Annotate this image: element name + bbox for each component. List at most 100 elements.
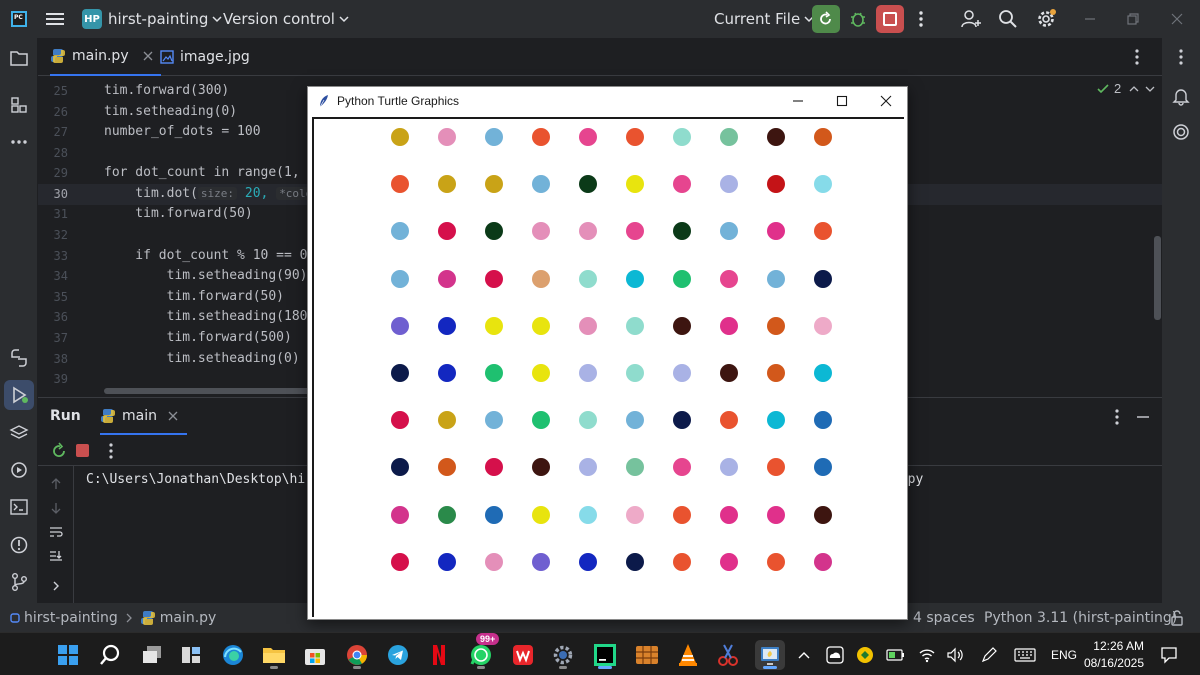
turtle-dot: [814, 552, 832, 571]
onedrive-icon[interactable]: [826, 633, 844, 675]
vlc-icon[interactable]: [673, 640, 703, 670]
turtle-dot: [532, 411, 550, 430]
notifications-icon[interactable]: [1162, 81, 1200, 111]
rerun-icon[interactable]: [50, 442, 68, 464]
telegram-icon[interactable]: [383, 640, 413, 670]
project-selector[interactable]: HP hirst-painting: [82, 0, 226, 38]
show-hidden-icons[interactable]: [797, 633, 811, 675]
settings-icon[interactable]: [1035, 0, 1057, 38]
taskbar-search-icon[interactable]: [95, 640, 125, 670]
run-tab-main[interactable]: main: [100, 398, 187, 435]
git-branch-icon[interactable]: [0, 567, 38, 597]
inspection-widget[interactable]: 2: [1096, 81, 1159, 96]
run-config-selector[interactable]: Current File: [714, 0, 818, 38]
python-console-icon[interactable]: [0, 343, 38, 373]
vertical-scrollbar[interactable]: [1154, 236, 1161, 320]
restore-window-icon[interactable]: [1126, 0, 1140, 38]
wifi-icon[interactable]: [918, 633, 936, 675]
turtle-dot: [720, 175, 738, 194]
settings-app-icon[interactable]: [548, 640, 578, 670]
task-view-icon[interactable]: [137, 640, 167, 670]
more-options-icon[interactable]: [108, 442, 114, 464]
horizontal-scrollbar[interactable]: [104, 388, 314, 394]
lock-icon[interactable]: [1170, 603, 1184, 632]
close-tab-icon[interactable]: [167, 410, 179, 422]
turtle-maximize-icon[interactable]: [820, 87, 864, 115]
netflix-icon[interactable]: [424, 640, 454, 670]
edge-browser-icon[interactable]: [218, 640, 248, 670]
indent-setting[interactable]: 4 spaces: [913, 603, 975, 632]
scroll-to-end-icon[interactable]: [49, 550, 63, 563]
hide-panel-icon[interactable]: [1136, 408, 1150, 430]
turtle-dot: [814, 364, 832, 382]
more-options-icon[interactable]: [1162, 42, 1200, 72]
ai-assistant-icon[interactable]: [1162, 117, 1200, 147]
run-tool-icon[interactable]: [4, 380, 34, 410]
app-icon[interactable]: [632, 640, 662, 670]
close-tab-icon[interactable]: [141, 49, 155, 63]
volume-icon[interactable]: [946, 633, 964, 675]
pycharm-icon[interactable]: [590, 640, 620, 670]
app-logo-icon[interactable]: PC: [11, 0, 27, 38]
close-window-icon[interactable]: [1170, 0, 1184, 38]
microsoft-store-icon[interactable]: [300, 640, 330, 670]
whatsapp-icon[interactable]: 99+: [466, 633, 500, 670]
keyboard-icon[interactable]: [1014, 633, 1036, 675]
layers-icon[interactable]: [0, 418, 38, 448]
run-panel-title: Run: [50, 408, 81, 424]
stop-icon[interactable]: [76, 444, 89, 457]
terminal-icon[interactable]: [0, 492, 38, 522]
turtle-dot: [767, 128, 785, 146]
project-folder-icon[interactable]: [0, 43, 38, 73]
turtle-dot: [673, 505, 691, 524]
run-panel-options-icon[interactable]: [1114, 408, 1120, 430]
tab-main-py[interactable]: main.py: [50, 38, 161, 76]
wps-office-icon[interactable]: [508, 640, 538, 670]
arrow-down-icon[interactable]: [50, 502, 62, 514]
navigate-arrows-icon[interactable]: [1125, 83, 1159, 95]
turtle-minimize-icon[interactable]: [776, 87, 820, 115]
pen-icon[interactable]: [980, 633, 998, 675]
tab-image-jpg[interactable]: image.jpg: [160, 38, 250, 76]
breadcrumb-project[interactable]: hirst-painting: [24, 610, 118, 626]
right-tool-strip: [1162, 38, 1200, 603]
turtle-canvas[interactable]: [312, 117, 904, 617]
start-windows-icon[interactable]: [53, 640, 83, 670]
turtle-dot: [438, 175, 456, 194]
notification-center-icon[interactable]: [1160, 633, 1178, 675]
soft-wrap-icon[interactable]: [49, 526, 63, 538]
turtle-close-icon[interactable]: [864, 87, 908, 115]
problems-icon[interactable]: [0, 530, 38, 560]
tray-app-icon[interactable]: [856, 633, 874, 675]
widgets-icon[interactable]: [176, 640, 206, 670]
rerun-button[interactable]: [812, 0, 840, 38]
version-control-menu[interactable]: Version control: [223, 0, 353, 38]
minimize-window-icon[interactable]: [1083, 0, 1097, 38]
snipping-tool-icon[interactable]: [713, 640, 743, 670]
python-turtle-taskbar-icon[interactable]: [755, 640, 785, 670]
services-icon[interactable]: [0, 455, 38, 485]
more-actions-icon[interactable]: [914, 0, 928, 38]
turtle-dot: [391, 505, 409, 524]
stop-button[interactable]: [876, 0, 904, 38]
breadcrumb-file[interactable]: main.py: [160, 610, 217, 626]
arrow-up-icon[interactable]: [50, 478, 62, 490]
interpreter-selector[interactable]: Python 3.11 (hirst-painting): [984, 603, 1177, 632]
clock[interactable]: 12:26 AM 08/16/2025: [1084, 633, 1144, 675]
line-number: 30: [53, 187, 68, 201]
chevron-right-icon[interactable]: [51, 580, 61, 592]
tab-options-icon[interactable]: [1134, 38, 1140, 76]
chrome-browser-icon[interactable]: [342, 640, 372, 670]
more-tools-icon[interactable]: [0, 127, 38, 157]
battery-icon[interactable]: [886, 633, 906, 675]
turtle-dot: [438, 269, 456, 288]
turtle-dot: [673, 222, 691, 241]
input-language[interactable]: ENG: [1051, 633, 1077, 675]
add-user-icon[interactable]: [960, 0, 982, 38]
debug-button[interactable]: [848, 0, 868, 38]
structure-icon[interactable]: [0, 90, 38, 120]
code-line: tim.setheading(180): [104, 309, 316, 324]
main-menu-icon[interactable]: [46, 0, 64, 38]
search-icon[interactable]: [998, 0, 1018, 38]
file-explorer-icon[interactable]: [259, 640, 289, 670]
